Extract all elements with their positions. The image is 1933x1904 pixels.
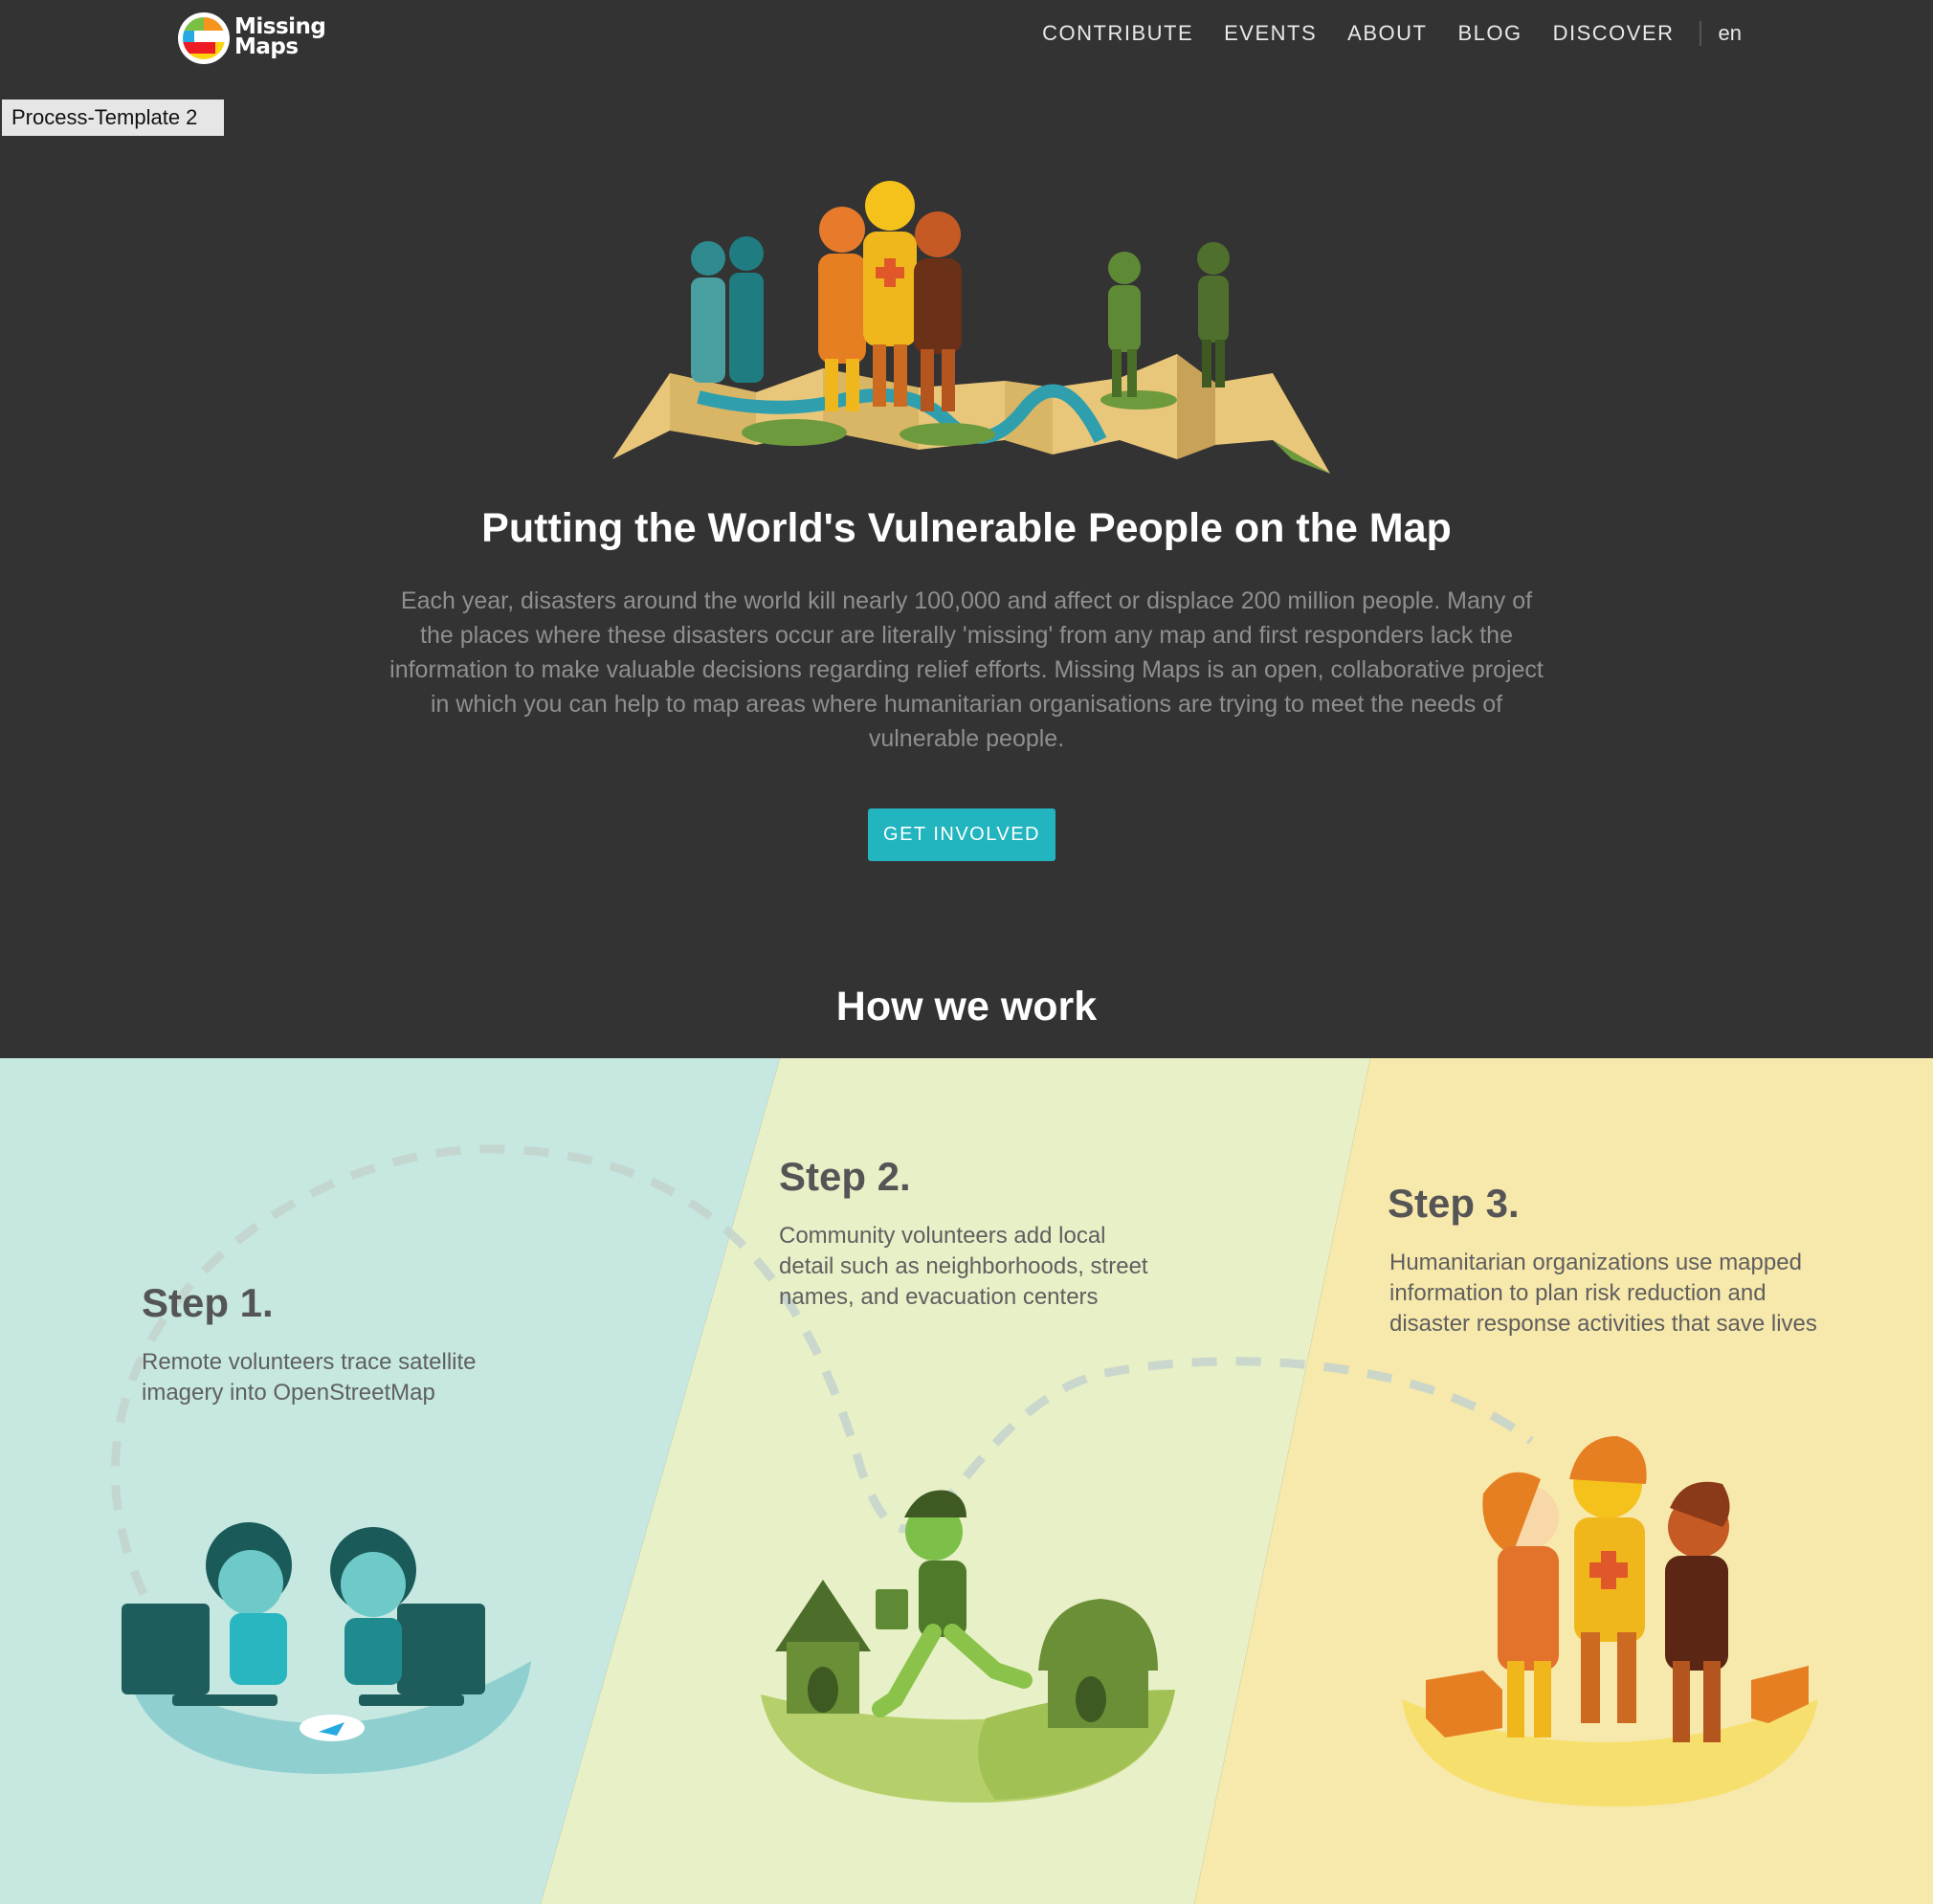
step3-text-line3: disaster response activities that save l…: [1389, 1311, 1817, 1337]
logo-mark-icon: [178, 12, 230, 64]
main-nav: CONTRIBUTE EVENTS ABOUT BLOG DISCOVER en: [1011, 21, 1742, 46]
steps-section: Step 1. Remote volunteers trace satellit…: [0, 1058, 1933, 1904]
steps-background: [0, 1058, 1933, 1904]
step2-text-line1: Community volunteers add local: [779, 1223, 1106, 1249]
step2-text-line2: detail such as neighborhoods, street: [779, 1253, 1148, 1279]
nav-about[interactable]: ABOUT: [1347, 21, 1427, 46]
template-label-badge: Process-Template 2: [2, 100, 224, 136]
nav-events[interactable]: EVENTS: [1224, 21, 1317, 46]
missing-maps-logo[interactable]: Missing Maps: [177, 11, 330, 65]
language-selector[interactable]: en: [1719, 21, 1742, 46]
nav-divider: [1699, 21, 1701, 46]
nav-blog[interactable]: BLOG: [1457, 21, 1522, 46]
hero-title: Putting the World's Vulnerable People on…: [481, 505, 1452, 551]
get-involved-button[interactable]: GET INVOLVED: [868, 808, 1055, 861]
step1-heading: Step 1.: [142, 1280, 274, 1325]
hero-description: Each year, disasters around the world ki…: [389, 587, 1544, 752]
logo-wordmark: Missing Maps: [234, 16, 326, 59]
step3-heading: Step 3.: [1388, 1181, 1520, 1226]
step1-text-line2: imagery into OpenStreetMap: [142, 1380, 435, 1406]
nav-contribute[interactable]: CONTRIBUTE: [1042, 21, 1193, 46]
step2-text-line3: names, and evacuation centers: [779, 1284, 1099, 1310]
step3-text-line1: Humanitarian organizations use mapped: [1389, 1250, 1802, 1275]
how-we-work-title: How we work: [835, 984, 1098, 1029]
step2-heading: Step 2.: [779, 1154, 911, 1199]
step3-text-line2: information to plan risk reduction and: [1389, 1280, 1766, 1306]
top-navbar: Missing Maps CONTRIBUTE EVENTS ABOUT BLO…: [0, 0, 1933, 77]
logo-line2: Maps: [234, 34, 299, 59]
hero-map-people-illustration: [612, 181, 1330, 474]
step1-text: Remote volunteers trace satellite imager…: [142, 1347, 544, 1408]
nav-discover[interactable]: DISCOVER: [1553, 21, 1675, 46]
step2-text: Community volunteers add local detail su…: [779, 1221, 1219, 1313]
step3-text: Humanitarian organizations use mapped in…: [1389, 1248, 1887, 1339]
step1-text-line1: Remote volunteers trace satellite: [142, 1349, 477, 1375]
